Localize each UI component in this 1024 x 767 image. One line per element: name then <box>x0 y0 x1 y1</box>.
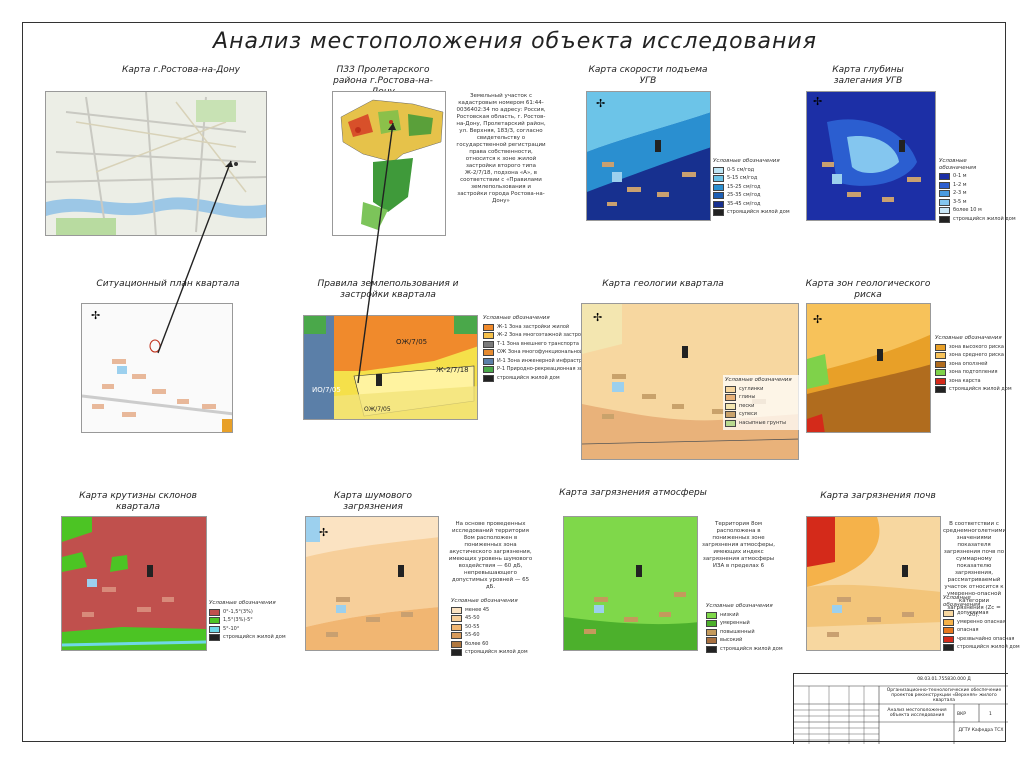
stamp-stage: ВКР <box>957 712 966 717</box>
stamp-code: 08.03.01.755830.000 Д <box>917 677 971 682</box>
stamp-organization: ДГТУ Кафедра ТСХ <box>958 728 1004 733</box>
stamp-description: Организационно-технологические обеспечен… <box>886 688 1002 703</box>
stamp-sheet-title: Анализ местоположения объекта исследован… <box>887 708 947 718</box>
connector-arrows <box>157 122 396 384</box>
title-block: 08.03.01.755830.000 Д Организационно-тех… <box>793 673 1008 744</box>
drawing-sheet: Анализ местоположения объекта исследован… <box>22 22 1020 744</box>
stamp-sheet-number: 1 <box>989 712 992 717</box>
